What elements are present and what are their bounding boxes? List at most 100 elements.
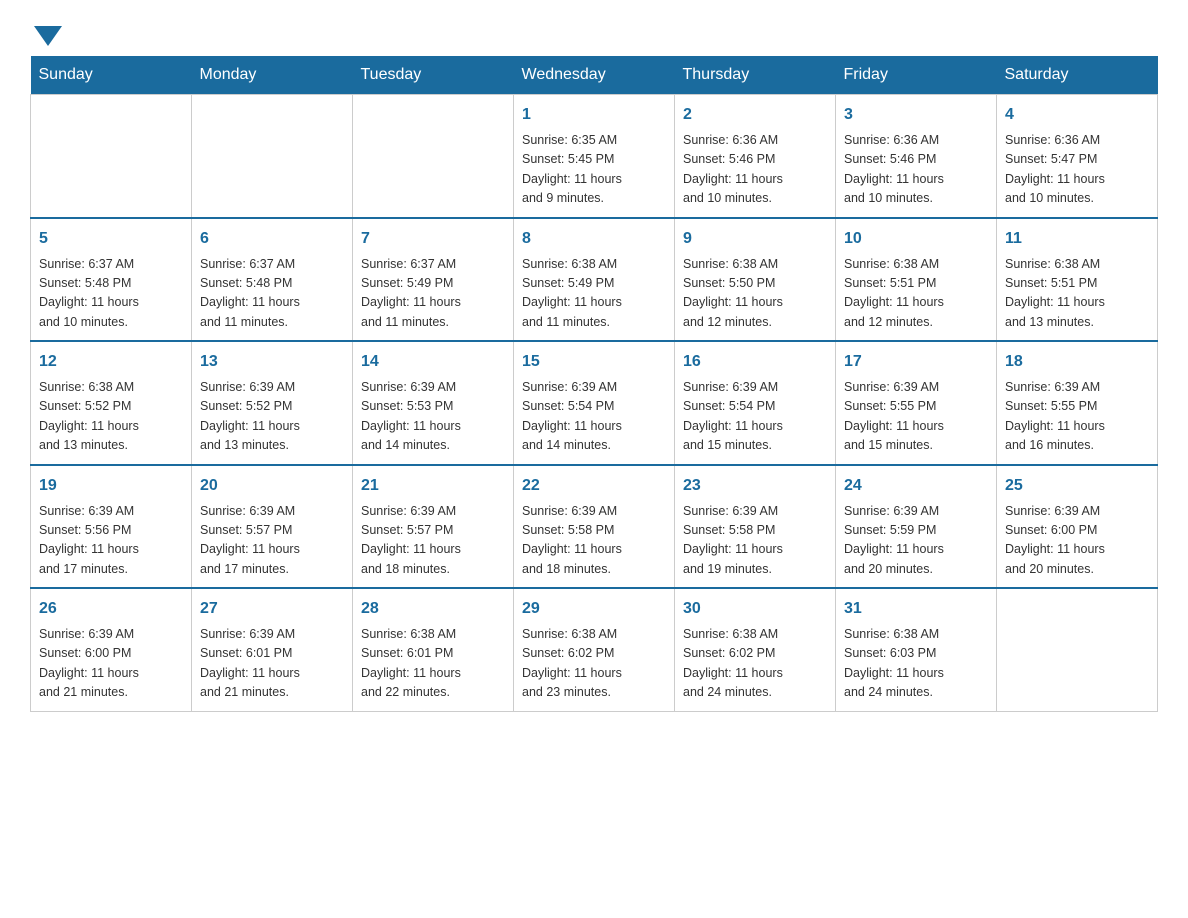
calendar-week-row: 5 Sunrise: 6:37 AMSunset: 5:48 PMDaylight…	[31, 218, 1158, 342]
day-number: 8	[522, 227, 666, 251]
day-info: Sunrise: 6:39 AMSunset: 6:00 PMDaylight:…	[1005, 502, 1149, 580]
calendar-cell: 27 Sunrise: 6:39 AMSunset: 6:01 PMDayligh…	[192, 588, 353, 711]
calendar-cell: 18Sunrise: 6:39 AMSunset: 5:55 PMDayligh…	[997, 341, 1158, 465]
day-number: 22	[522, 474, 666, 498]
calendar-cell: 4 Sunrise: 6:36 AMSunset: 5:47 PMDaylight…	[997, 95, 1158, 218]
day-info: Sunrise: 6:39 AMSunset: 5:57 PMDaylight:…	[361, 502, 505, 580]
day-info: Sunrise: 6:35 AMSunset: 5:45 PMDaylight:…	[522, 131, 666, 209]
day-info: Sunrise: 6:36 AMSunset: 5:46 PMDaylight:…	[844, 131, 988, 209]
day-info: Sunrise: 6:38 AMSunset: 6:01 PMDaylight:…	[361, 625, 505, 703]
day-number: 16	[683, 350, 827, 374]
day-info: Sunrise: 6:38 AMSunset: 5:51 PMDaylight:…	[1005, 255, 1149, 333]
day-number: 27	[200, 597, 344, 621]
calendar-cell	[31, 95, 192, 218]
day-info: Sunrise: 6:37 AMSunset: 5:49 PMDaylight:…	[361, 255, 505, 333]
day-info: Sunrise: 6:36 AMSunset: 5:46 PMDaylight:…	[683, 131, 827, 209]
logo-arrow-icon	[34, 26, 62, 46]
calendar-cell: 17Sunrise: 6:39 AMSunset: 5:55 PMDayligh…	[836, 341, 997, 465]
day-number: 21	[361, 474, 505, 498]
calendar-cell: 29Sunrise: 6:38 AMSunset: 6:02 PMDayligh…	[514, 588, 675, 711]
calendar-table: SundayMondayTuesdayWednesdayThursdayFrid…	[30, 56, 1158, 712]
calendar-cell: 30 Sunrise: 6:38 AMSunset: 6:02 PMDayligh…	[675, 588, 836, 711]
day-info: Sunrise: 6:39 AMSunset: 5:52 PMDaylight:…	[200, 378, 344, 456]
calendar-cell: 11 Sunrise: 6:38 AMSunset: 5:51 PMDayligh…	[997, 218, 1158, 342]
day-info: Sunrise: 6:39 AMSunset: 6:00 PMDaylight:…	[39, 625, 183, 703]
day-number: 11	[1005, 227, 1149, 251]
day-number: 30	[683, 597, 827, 621]
calendar-cell	[353, 95, 514, 218]
day-info: Sunrise: 6:39 AMSunset: 5:59 PMDaylight:…	[844, 502, 988, 580]
column-header-thursday: Thursday	[675, 56, 836, 95]
calendar-header-row: SundayMondayTuesdayWednesdayThursdayFrid…	[31, 56, 1158, 95]
day-number: 7	[361, 227, 505, 251]
calendar-cell: 14Sunrise: 6:39 AMSunset: 5:53 PMDayligh…	[353, 341, 514, 465]
day-number: 10	[844, 227, 988, 251]
calendar-cell: 8Sunrise: 6:38 AMSunset: 5:49 PMDaylight…	[514, 218, 675, 342]
day-number: 25	[1005, 474, 1149, 498]
calendar-cell: 15 Sunrise: 6:39 AMSunset: 5:54 PMDayligh…	[514, 341, 675, 465]
calendar-cell: 23 Sunrise: 6:39 AMSunset: 5:58 PMDayligh…	[675, 465, 836, 589]
calendar-cell: 7 Sunrise: 6:37 AMSunset: 5:49 PMDaylight…	[353, 218, 514, 342]
column-header-monday: Monday	[192, 56, 353, 95]
calendar-cell: 6 Sunrise: 6:37 AMSunset: 5:48 PMDaylight…	[192, 218, 353, 342]
calendar-week-row: 19Sunrise: 6:39 AMSunset: 5:56 PMDayligh…	[31, 465, 1158, 589]
calendar-cell: 5 Sunrise: 6:37 AMSunset: 5:48 PMDaylight…	[31, 218, 192, 342]
page-header	[30, 20, 1158, 46]
calendar-cell: 16 Sunrise: 6:39 AMSunset: 5:54 PMDayligh…	[675, 341, 836, 465]
calendar-cell: 1 Sunrise: 6:35 AMSunset: 5:45 PMDaylight…	[514, 95, 675, 218]
calendar-cell	[192, 95, 353, 218]
day-number: 31	[844, 597, 988, 621]
day-info: Sunrise: 6:39 AMSunset: 5:53 PMDaylight:…	[361, 378, 505, 456]
day-number: 3	[844, 103, 988, 127]
day-info: Sunrise: 6:39 AMSunset: 5:58 PMDaylight:…	[683, 502, 827, 580]
calendar-cell: 28Sunrise: 6:38 AMSunset: 6:01 PMDayligh…	[353, 588, 514, 711]
calendar-cell: 26 Sunrise: 6:39 AMSunset: 6:00 PMDayligh…	[31, 588, 192, 711]
day-info: Sunrise: 6:39 AMSunset: 5:54 PMDaylight:…	[683, 378, 827, 456]
calendar-cell: 9Sunrise: 6:38 AMSunset: 5:50 PMDaylight…	[675, 218, 836, 342]
calendar-cell: 24 Sunrise: 6:39 AMSunset: 5:59 PMDayligh…	[836, 465, 997, 589]
calendar-week-row: 26 Sunrise: 6:39 AMSunset: 6:00 PMDayligh…	[31, 588, 1158, 711]
column-header-friday: Friday	[836, 56, 997, 95]
day-number: 15	[522, 350, 666, 374]
day-info: Sunrise: 6:39 AMSunset: 5:56 PMDaylight:…	[39, 502, 183, 580]
day-number: 26	[39, 597, 183, 621]
calendar-cell: 2 Sunrise: 6:36 AMSunset: 5:46 PMDaylight…	[675, 95, 836, 218]
column-header-wednesday: Wednesday	[514, 56, 675, 95]
day-info: Sunrise: 6:36 AMSunset: 5:47 PMDaylight:…	[1005, 131, 1149, 209]
day-info: Sunrise: 6:39 AMSunset: 5:54 PMDaylight:…	[522, 378, 666, 456]
calendar-cell: 20Sunrise: 6:39 AMSunset: 5:57 PMDayligh…	[192, 465, 353, 589]
column-header-saturday: Saturday	[997, 56, 1158, 95]
day-number: 2	[683, 103, 827, 127]
calendar-cell: 31Sunrise: 6:38 AMSunset: 6:03 PMDayligh…	[836, 588, 997, 711]
day-number: 4	[1005, 103, 1149, 127]
column-header-tuesday: Tuesday	[353, 56, 514, 95]
day-info: Sunrise: 6:38 AMSunset: 5:52 PMDaylight:…	[39, 378, 183, 456]
calendar-week-row: 1 Sunrise: 6:35 AMSunset: 5:45 PMDaylight…	[31, 95, 1158, 218]
day-info: Sunrise: 6:37 AMSunset: 5:48 PMDaylight:…	[39, 255, 183, 333]
day-info: Sunrise: 6:39 AMSunset: 5:57 PMDaylight:…	[200, 502, 344, 580]
calendar-cell: 13 Sunrise: 6:39 AMSunset: 5:52 PMDayligh…	[192, 341, 353, 465]
day-info: Sunrise: 6:38 AMSunset: 6:02 PMDaylight:…	[522, 625, 666, 703]
day-info: Sunrise: 6:37 AMSunset: 5:48 PMDaylight:…	[200, 255, 344, 333]
calendar-cell: 21 Sunrise: 6:39 AMSunset: 5:57 PMDayligh…	[353, 465, 514, 589]
calendar-week-row: 12 Sunrise: 6:38 AMSunset: 5:52 PMDayligh…	[31, 341, 1158, 465]
column-header-sunday: Sunday	[31, 56, 192, 95]
calendar-cell: 22Sunrise: 6:39 AMSunset: 5:58 PMDayligh…	[514, 465, 675, 589]
day-number: 12	[39, 350, 183, 374]
day-number: 9	[683, 227, 827, 251]
day-number: 18	[1005, 350, 1149, 374]
day-number: 23	[683, 474, 827, 498]
day-info: Sunrise: 6:38 AMSunset: 5:51 PMDaylight:…	[844, 255, 988, 333]
calendar-cell: 12 Sunrise: 6:38 AMSunset: 5:52 PMDayligh…	[31, 341, 192, 465]
day-info: Sunrise: 6:38 AMSunset: 6:02 PMDaylight:…	[683, 625, 827, 703]
day-info: Sunrise: 6:39 AMSunset: 6:01 PMDaylight:…	[200, 625, 344, 703]
day-number: 6	[200, 227, 344, 251]
day-number: 13	[200, 350, 344, 374]
calendar-cell: 19Sunrise: 6:39 AMSunset: 5:56 PMDayligh…	[31, 465, 192, 589]
day-number: 24	[844, 474, 988, 498]
day-number: 5	[39, 227, 183, 251]
day-number: 1	[522, 103, 666, 127]
calendar-cell: 3 Sunrise: 6:36 AMSunset: 5:46 PMDaylight…	[836, 95, 997, 218]
logo	[30, 20, 62, 46]
day-number: 17	[844, 350, 988, 374]
